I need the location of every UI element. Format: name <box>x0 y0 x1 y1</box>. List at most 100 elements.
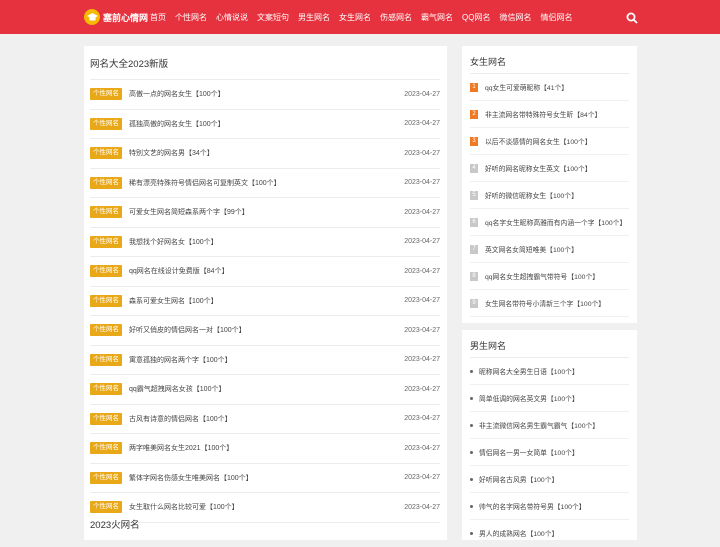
bullet-icon <box>470 423 473 427</box>
nav-personality[interactable]: 个性网名 <box>175 12 207 23</box>
category-tag[interactable]: 个性网名 <box>90 265 122 278</box>
list-item[interactable]: 非主流微信网名男生霸气霸气【100个】 <box>470 412 629 439</box>
nav-domineering[interactable]: 霸气网名 <box>421 12 453 23</box>
item-link[interactable]: 以后不谈感情的网名女生【100个】 <box>485 136 592 146</box>
article-title[interactable]: 森系可爱女生网名【100个】 <box>129 296 218 306</box>
item-link[interactable]: 英文网名女简短唯美【100个】 <box>485 244 578 254</box>
item-link[interactable]: 好听的网名昵称女生英文【100个】 <box>485 163 592 173</box>
item-link[interactable]: 昵称网名大全男生日语【100个】 <box>479 366 579 376</box>
item-link[interactable]: 情侣网名一男一女简单【100个】 <box>479 447 579 457</box>
article-date: 2023-04-27 <box>404 267 440 275</box>
item-link[interactable]: 帅气的名字网名带符号男【100个】 <box>479 501 586 511</box>
list-item[interactable]: 6 qq名字女生昵称高雅而有内涵一个字【100个】 <box>470 209 629 236</box>
article-title[interactable]: 繁体字网名伤感女生唯美网名【100个】 <box>129 473 253 483</box>
article-title[interactable]: 特别文艺的网名男【34个】 <box>129 148 214 158</box>
item-link[interactable]: 好听的微信昵称女生【100个】 <box>485 190 578 200</box>
article-date: 2023-04-27 <box>404 120 440 128</box>
bullet-icon <box>470 504 473 508</box>
article-title[interactable]: 可爱女生网名简短森系两个字【99个】 <box>129 207 249 217</box>
nav-home[interactable]: 首页 <box>150 12 166 23</box>
list-item[interactable]: 4 好听的网名昵称女生英文【100个】 <box>470 155 629 182</box>
category-tag[interactable]: 个性网名 <box>90 206 122 219</box>
list-item[interactable]: 个性网名 好听又俏皮的情侣网名一对【100个】 2023-04-27 <box>90 316 440 346</box>
list-item[interactable]: 情侣网名一男一女简单【100个】 <box>470 439 629 466</box>
article-title[interactable]: 寓意孤独的网名两个字【100个】 <box>129 355 232 365</box>
list-item[interactable]: 个性网名 可爱女生网名简短森系两个字【99个】 2023-04-27 <box>90 198 440 228</box>
category-tag[interactable]: 个性网名 <box>90 88 122 101</box>
search-icon[interactable] <box>626 11 638 24</box>
nav-wechat[interactable]: 微信网名 <box>499 12 531 23</box>
article-title[interactable]: 孤独高傲的网名女生【100个】 <box>129 119 225 129</box>
list-item[interactable]: 8 qq网名女生超拽霸气带符号【100个】 <box>470 263 629 290</box>
list-item[interactable]: 个性网名 特别文艺的网名男【34个】 2023-04-27 <box>90 139 440 169</box>
article-title[interactable]: 我想找个好网名女【100个】 <box>129 237 218 247</box>
item-link[interactable]: 男人的成熟网名【100个】 <box>479 528 558 538</box>
item-link[interactable]: qq网名女生超拽霸气带符号【100个】 <box>485 271 599 281</box>
article-title[interactable]: 女生取什么网名比较可爱【100个】 <box>129 502 239 512</box>
category-tag[interactable]: 个性网名 <box>90 176 122 189</box>
nav-female[interactable]: 女生网名 <box>339 12 371 23</box>
category-tag[interactable]: 个性网名 <box>90 501 122 514</box>
category-tag[interactable]: 个性网名 <box>90 324 122 337</box>
article-title[interactable]: 古风有诗意的情侣网名【100个】 <box>129 414 232 424</box>
item-link[interactable]: 非主流微信网名男生霸气霸气【100个】 <box>479 420 599 430</box>
item-link[interactable]: qq名字女生昵称高雅而有内涵一个字【100个】 <box>485 217 626 227</box>
category-tag[interactable]: 个性网名 <box>90 235 122 248</box>
category-tag[interactable]: 个性网名 <box>90 471 122 484</box>
list-item[interactable]: 好听网名古风男【100个】 <box>470 466 629 493</box>
item-link[interactable]: 好听网名古风男【100个】 <box>479 474 558 484</box>
bullet-icon <box>470 477 473 481</box>
list-item[interactable]: 5 好听的微信昵称女生【100个】 <box>470 182 629 209</box>
list-item[interactable]: 个性网名 两字唯美网名女生2021【100个】 2023-04-27 <box>90 434 440 464</box>
list-item[interactable]: 个性网名 繁体字网名伤感女生唯美网名【100个】 2023-04-27 <box>90 464 440 493</box>
item-link[interactable]: 简单低调的网名英文男【100个】 <box>479 393 579 403</box>
article-date: 2023-04-27 <box>404 90 440 98</box>
list-item[interactable]: 帅气的名字网名带符号男【100个】 <box>470 493 629 520</box>
list-item[interactable]: 昵称网名大全男生日语【100个】 <box>470 358 629 385</box>
item-link[interactable]: 非主流网名带特殊符号女生昕【84个】 <box>485 109 601 119</box>
category-tag[interactable]: 个性网名 <box>90 147 122 160</box>
article-title[interactable]: qq霸气超拽网名女孩【100个】 <box>129 384 225 394</box>
category-tag[interactable]: 个性网名 <box>90 117 122 130</box>
list-item[interactable]: 个性网名 稀有漂亮特殊符号情侣网名可复制英文【100个】 2023-04-27 <box>90 169 440 198</box>
article-title[interactable]: 好听又俏皮的情侣网名一对【100个】 <box>129 325 246 335</box>
list-item[interactable]: 3 以后不谈感情的网名女生【100个】 <box>470 128 629 155</box>
list-item[interactable]: 个性网名 我想找个好网名女【100个】 2023-04-27 <box>90 228 440 257</box>
list-item[interactable]: 2 非主流网名带特殊符号女生昕【84个】 <box>470 101 629 128</box>
site-logo[interactable]: 塞前心情网 <box>84 9 148 25</box>
item-link[interactable]: 女生网名带符号小清新三个字【100个】 <box>485 298 605 308</box>
list-item[interactable]: 个性网名 女生取什么网名比较可爱【100个】 2023-04-27 <box>90 493 440 523</box>
list-item[interactable]: 1 qq女生可爱萌昵称【41个】 <box>470 74 629 101</box>
article-title[interactable]: 稀有漂亮特殊符号情侣网名可复制英文【100个】 <box>129 178 281 188</box>
category-tag[interactable]: 个性网名 <box>90 412 122 425</box>
article-title[interactable]: 两字唯美网名女生2021【100个】 <box>129 443 233 453</box>
article-list: 个性网名 高傲一点的网名女生【100个】 2023-04-27 个性网名 孤独高傲的网… <box>90 79 440 523</box>
item-link[interactable]: qq女生可爱萌昵称【41个】 <box>485 82 568 92</box>
list-item[interactable]: 简单低调的网名英文男【100个】 <box>470 385 629 412</box>
list-item[interactable]: 个性网名 孤独高傲的网名女生【100个】 2023-04-27 <box>90 110 440 139</box>
list-item[interactable]: 男人的成熟网名【100个】 <box>470 520 629 547</box>
nav-copywriting[interactable]: 文案短句 <box>257 12 289 23</box>
list-item[interactable]: 个性网名 qq霸气超拽网名女孩【100个】 2023-04-27 <box>90 375 440 405</box>
list-item[interactable]: 7 英文网名女简短唯美【100个】 <box>470 236 629 263</box>
list-item[interactable]: 个性网名 古风有诗意的情侣网名【100个】 2023-04-27 <box>90 405 440 434</box>
list-item[interactable]: 个性网名 高傲一点的网名女生【100个】 2023-04-27 <box>90 79 440 110</box>
nav-mood[interactable]: 心情说说 <box>216 12 248 23</box>
list-item[interactable]: 个性网名 寓意孤独的网名两个字【100个】 2023-04-27 <box>90 346 440 375</box>
list-item[interactable]: 9 女生网名带符号小清新三个字【100个】 <box>470 290 629 317</box>
category-tag[interactable]: 个性网名 <box>90 442 122 455</box>
nav-couple[interactable]: 情侣网名 <box>540 12 572 23</box>
article-title[interactable]: qq网名在线设计免费版【84个】 <box>129 266 229 276</box>
list-item[interactable]: 个性网名 qq网名在线设计免费版【84个】 2023-04-27 <box>90 257 440 287</box>
bullet-icon <box>470 369 473 373</box>
nav-male[interactable]: 男生网名 <box>298 12 330 23</box>
category-tag[interactable]: 个性网名 <box>90 353 122 366</box>
logo-text: 塞前心情网 <box>103 12 149 23</box>
list-item[interactable]: 个性网名 森系可爱女生网名【100个】 2023-04-27 <box>90 287 440 316</box>
ranked-list: 1 qq女生可爱萌昵称【41个】 2 非主流网名带特殊符号女生昕【84个】 3 以后不… <box>470 74 629 317</box>
category-tag[interactable]: 个性网名 <box>90 383 122 396</box>
nav-qq[interactable]: QQ网名 <box>462 12 490 23</box>
category-tag[interactable]: 个性网名 <box>90 294 122 307</box>
article-title[interactable]: 高傲一点的网名女生【100个】 <box>129 89 225 99</box>
nav-sad[interactable]: 伤感网名 <box>380 12 412 23</box>
